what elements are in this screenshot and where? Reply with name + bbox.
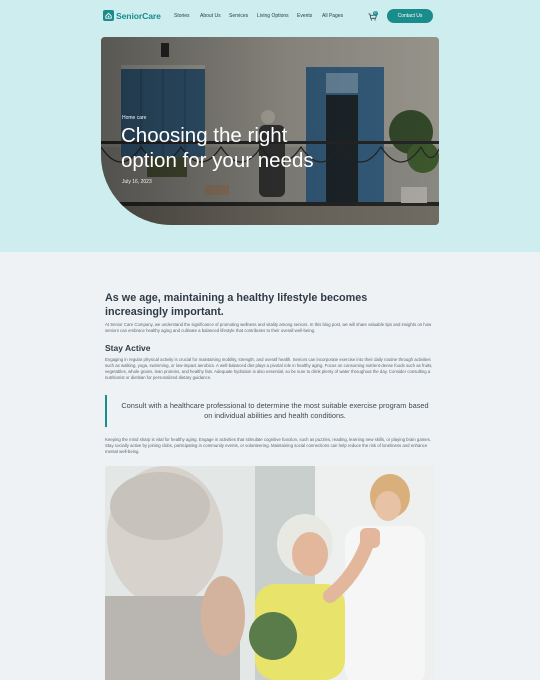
nav-item-events[interactable]: Events (297, 13, 322, 19)
site-header: SeniorCare Stories About Us Services Liv… (0, 0, 540, 32)
article-intro: At Senior Care Company, we understand th… (105, 322, 432, 333)
hero-banner: Home care Choosing the right option for … (101, 37, 439, 225)
closing-paragraph: Keeping the mind sharp is vital for heal… (105, 437, 432, 454)
cart-count-badge: 0 (373, 11, 378, 16)
nav-item-all-pages[interactable]: All Pages (322, 13, 343, 19)
contact-us-button[interactable]: Contact Us (387, 9, 433, 23)
quote-text: Consult with a healthcare professional t… (121, 401, 429, 420)
exercise-photo-illustration (105, 466, 435, 680)
nav-item-stories[interactable]: Stories (174, 13, 200, 19)
blockquote: Consult with a healthcare professional t… (105, 395, 435, 427)
section-title: Stay Active (105, 343, 151, 353)
nav-item-services[interactable]: Services (229, 13, 257, 19)
logo[interactable]: SeniorCare (103, 10, 161, 21)
section-body: Engaging in regular physical activity is… (105, 357, 433, 380)
nav-item-about-us[interactable]: About Us (200, 13, 229, 19)
article-heading: As we age, maintaining a healthy lifesty… (105, 292, 368, 318)
breadcrumb[interactable]: Home care (122, 115, 146, 121)
article-photo (105, 466, 435, 680)
logo-text: SeniorCare (116, 10, 161, 21)
logo-icon (103, 10, 114, 21)
nav-item-living-options[interactable]: Living Options (257, 13, 297, 19)
main-nav: Stories About Us Services Living Options… (174, 13, 343, 19)
page-title: Choosing the right option for your needs (121, 124, 314, 172)
post-date: July 16, 2023 (122, 179, 152, 185)
cart-button[interactable]: 0 (368, 11, 380, 21)
